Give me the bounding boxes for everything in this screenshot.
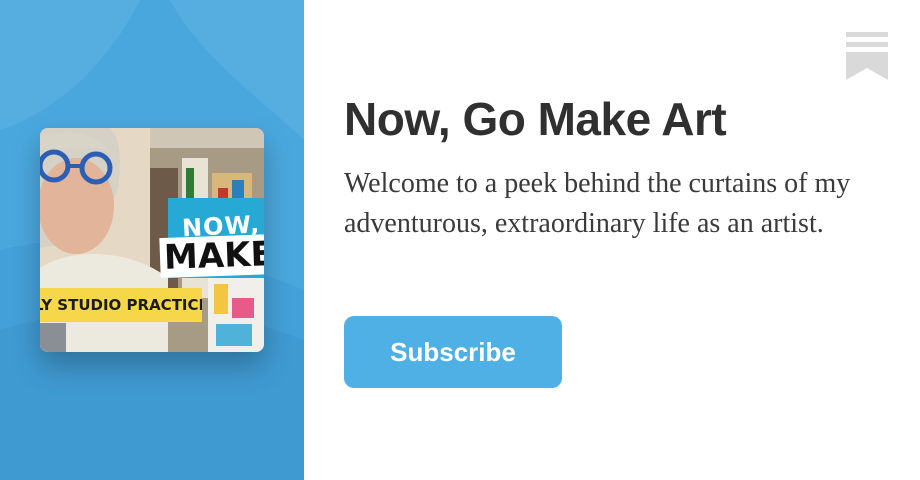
subscribe-button[interactable]: Subscribe [344,316,562,388]
cover-title-line-2: MAKE [159,233,264,279]
publication-description: Welcome to a peek behind the curtains of… [344,168,851,239]
cover-banner: LY STUDIO PRACTICE [40,288,202,322]
publication-title: Now, Go Make Art [344,93,727,145]
bookmark-icon [846,32,888,80]
podcast-cover-art: NOW, G MAKE LY STUDIO PRACTICE [40,128,264,352]
brand-panel: NOW, G MAKE LY STUDIO PRACTICE [0,0,304,480]
